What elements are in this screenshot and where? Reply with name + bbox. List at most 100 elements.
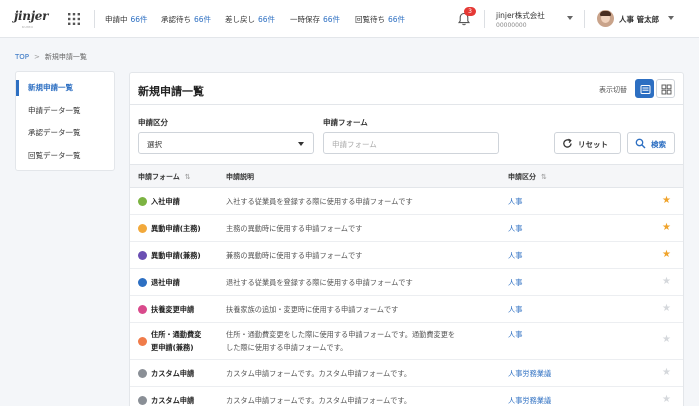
favorite-star-icon[interactable]: ★ [662, 395, 671, 405]
favorite-star-icon[interactable]: ★ [662, 223, 671, 233]
form-category[interactable]: 人事 [508, 330, 522, 340]
form-color-dot [138, 337, 147, 346]
form-name-line-1[interactable]: 住所・通勤費変 [151, 328, 201, 341]
status-count: 66件 [323, 15, 341, 24]
company-name[interactable]: jinjer株式会社 [496, 10, 545, 21]
form-description: カスタム申請フォームです。カスタム申請フォームです。 [226, 369, 412, 378]
column-header-category[interactable]: 申請区分 ⇅ [508, 172, 547, 182]
list-view-icon [640, 85, 651, 94]
top-bar: jinjer KUMO 申請中 66件 承認待ち 66件 差し戻し 66件 一時保存 6… [0, 0, 699, 38]
status-count: 66件 [130, 15, 148, 24]
form-search-placeholder: 申請フォーム [332, 140, 377, 149]
form-category[interactable]: 人事 [508, 224, 522, 234]
form-category[interactable]: 人事 [508, 305, 522, 315]
form-name[interactable]: 扶養変更申請 [151, 303, 194, 316]
form-name[interactable]: カスタム申請 [151, 394, 194, 406]
form-description: カスタム申請フォームです。カスタム申請フォームです。 [226, 396, 412, 405]
form-category[interactable]: 人事 [508, 251, 522, 261]
grid-view-icon [661, 84, 672, 95]
form-category[interactable]: 人事労務業議 [508, 396, 551, 406]
user-name[interactable]: 人事 管太郎 [619, 14, 659, 25]
table-row[interactable]: 異動申請(主務) 主務の異動時に使用する申請フォームです 人事 ★ [130, 215, 683, 242]
reset-button[interactable]: リセット [554, 132, 621, 154]
logo-subtext: KUMO [22, 25, 34, 29]
form-color-dot [138, 305, 147, 314]
status-returned[interactable]: 差し戻し 66件 [225, 14, 275, 25]
table-row[interactable]: カスタム申請 カスタム申請フォームです。カスタム申請フォームです。 人事労務業議… [130, 387, 683, 406]
app-grid-icon[interactable] [68, 13, 80, 25]
form-category[interactable]: 人事 [508, 197, 522, 207]
form-name[interactable]: 異動申請(兼務) [151, 249, 201, 262]
form-name[interactable]: カスタム申請 [151, 367, 194, 380]
avatar[interactable] [597, 10, 614, 27]
column-header-category-label: 申請区分 [508, 173, 536, 181]
category-select-value: 選択 [147, 140, 162, 149]
form-description-line-1: 住所・通勤費変更をした際に使用する申請フォームです。通勤費変更を [226, 330, 456, 339]
caret-down-icon [298, 142, 304, 146]
avatar-hair [600, 11, 611, 16]
main-panel: 新規申請一覧 表示切替 申請区分 申請フォーム 選択 申請フォーム リセット 検… [129, 72, 684, 406]
status-awaiting-circulation[interactable]: 回覧待ち 66件 [355, 14, 405, 25]
divider [130, 104, 683, 105]
form-name[interactable]: 退社申請 [151, 276, 180, 289]
sidebar-item-circulation-data[interactable]: 回覧データ一覧 [16, 145, 114, 168]
favorite-star-icon[interactable]: ★ [662, 304, 671, 314]
table-header: 申請フォーム ⇅ 申請説明 申請区分 ⇅ [130, 164, 683, 188]
search-icon [635, 138, 646, 149]
form-name[interactable]: 異動申請(主務) [151, 222, 201, 235]
sidebar-item-new-applications[interactable]: 新規申請一覧 [16, 77, 114, 100]
form-filter-label: 申請フォーム [323, 118, 368, 127]
list-view-button[interactable] [635, 79, 654, 98]
sort-icon[interactable]: ⇅ [541, 173, 547, 181]
breadcrumb-separator: > [34, 53, 40, 61]
sort-icon[interactable]: ⇅ [185, 173, 191, 181]
favorite-star-icon[interactable]: ★ [662, 277, 671, 287]
form-color-dot [138, 197, 147, 206]
status-label: 承認待ち [161, 15, 191, 24]
form-category[interactable]: 人事 [508, 278, 522, 288]
favorite-star-icon[interactable]: ★ [662, 335, 671, 345]
favorite-star-icon[interactable]: ★ [662, 196, 671, 206]
sidebar-item-application-data[interactable]: 申請データ一覧 [16, 100, 114, 123]
chevron-down-icon[interactable] [668, 16, 674, 20]
table-row[interactable]: 扶養変更申請 扶養家族の追加・変更時に使用する申請フォームです 人事 ★ [130, 296, 683, 323]
table-row[interactable]: 住所・通勤費変 更申請(兼務) 住所・通勤費変更をした際に使用する申請フォームで… [130, 323, 683, 360]
form-description-line-2: した際に使用する申請フォームです。 [226, 343, 348, 352]
form-search-input[interactable]: 申請フォーム [323, 132, 499, 154]
form-category[interactable]: 人事労務業議 [508, 369, 551, 379]
divider [94, 10, 95, 28]
reset-label: リセット [578, 140, 608, 149]
table-row[interactable]: 異動申請(兼務) 兼務の異動時に使用する申請フォームです 人事 ★ [130, 242, 683, 269]
grid-view-button[interactable] [656, 79, 675, 98]
breadcrumb-top[interactable]: TOP [15, 53, 29, 61]
column-header-form[interactable]: 申請フォーム ⇅ [138, 172, 191, 182]
status-awaiting-approval[interactable]: 承認待ち 66件 [161, 14, 211, 25]
status-count: 66件 [194, 15, 212, 24]
view-toggle-label: 表示切替 [599, 86, 627, 94]
company-code: 00000000 [496, 22, 527, 29]
table-row[interactable]: 退社申請 退社する従業員を登録する際に使用する申請フォームです 人事 ★ [130, 269, 683, 296]
status-draft[interactable]: 一時保存 66件 [290, 14, 340, 25]
logo[interactable]: jinjer [14, 9, 48, 23]
form-description: 扶養家族の追加・変更時に使用する申請フォームです [226, 305, 399, 314]
table-row[interactable]: カスタム申請 カスタム申請フォームです。カスタム申請フォームです。 人事労務業議… [130, 360, 683, 387]
column-header-form-label: 申請フォーム [138, 173, 180, 181]
favorite-star-icon[interactable]: ★ [662, 368, 671, 378]
form-description: 主務の異動時に使用する申請フォームです [226, 224, 363, 233]
form-name[interactable]: 入社申請 [151, 195, 180, 208]
status-applying[interactable]: 申請中 66件 [105, 14, 148, 25]
status-count: 66件 [258, 15, 276, 24]
form-name-line-2[interactable]: 更申請(兼務) [151, 341, 194, 354]
status-label: 差し戻し [225, 15, 255, 24]
search-button[interactable]: 検索 [627, 132, 675, 154]
chevron-down-icon[interactable] [567, 16, 573, 20]
form-color-dot [138, 396, 147, 405]
sidebar: 新規申請一覧 申請データ一覧 承認データ一覧 回覧データ一覧 [15, 71, 115, 171]
form-color-dot [138, 251, 147, 260]
form-description: 退社する従業員を登録する際に使用する申請フォームです [226, 278, 413, 287]
sidebar-item-approval-data[interactable]: 承認データ一覧 [16, 122, 114, 145]
table-row[interactable]: 入社申請 入社する従業員を登録する際に使用する申請フォームです 人事 ★ [130, 188, 683, 215]
favorite-star-icon[interactable]: ★ [662, 250, 671, 260]
status-label: 回覧待ち [355, 15, 385, 24]
category-select[interactable]: 選択 [138, 132, 314, 154]
